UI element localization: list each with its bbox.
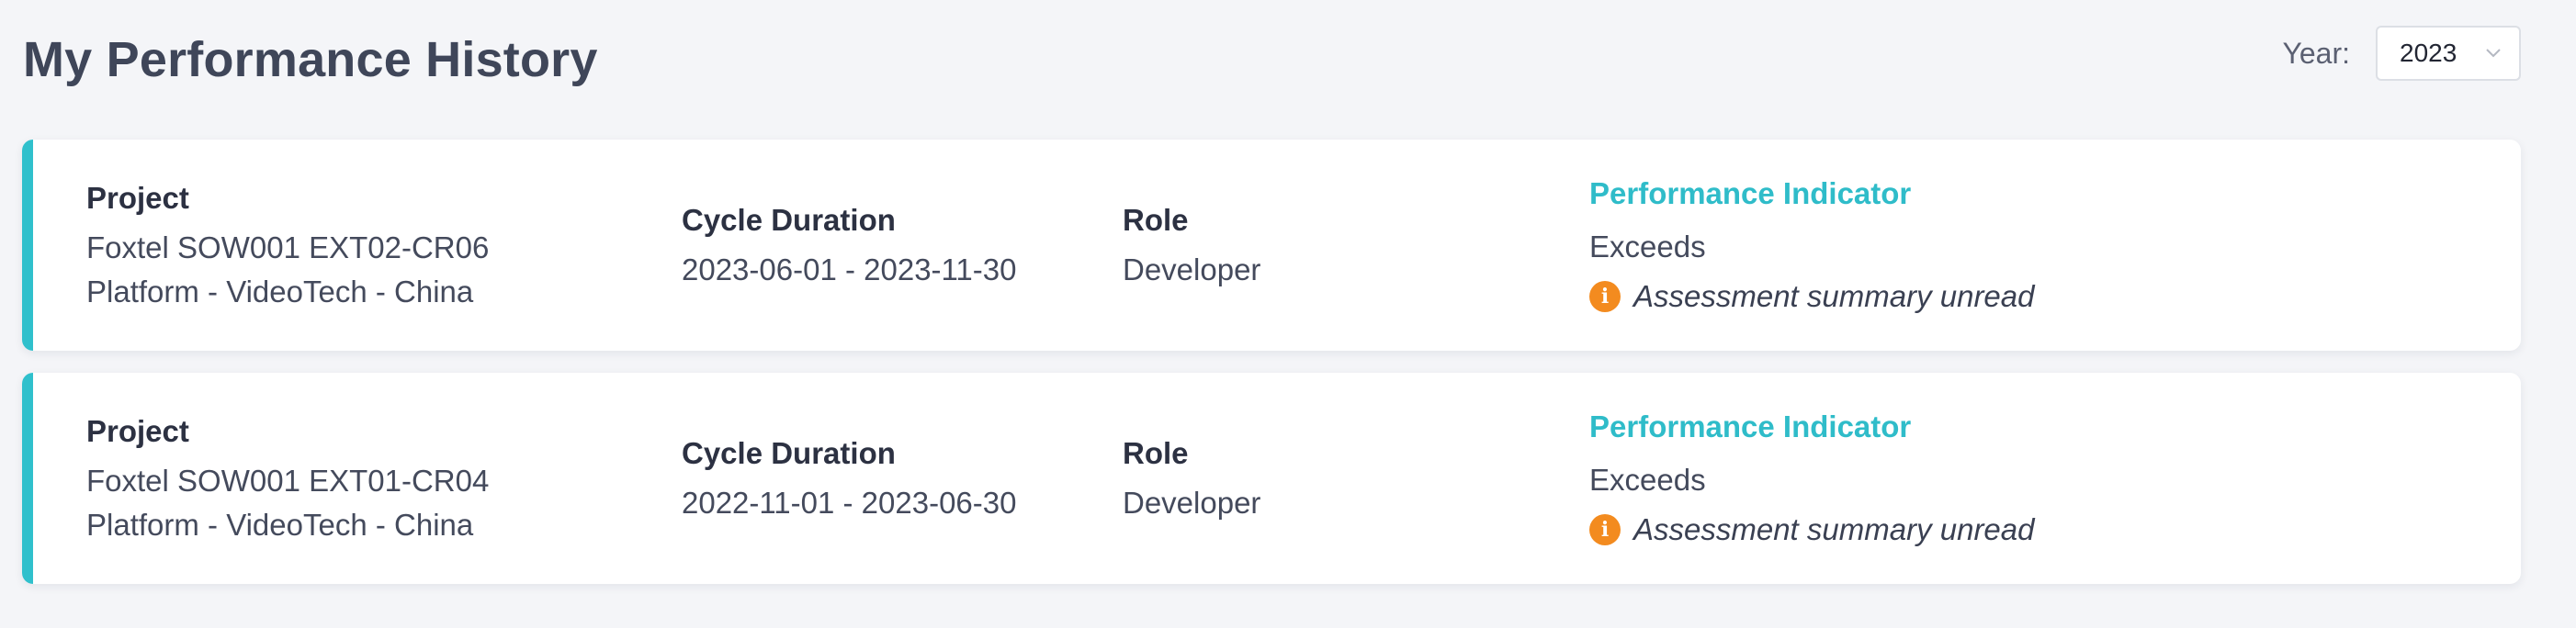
performance-column: Performance Indicator Exceeds i Assessme… <box>1589 140 2416 351</box>
year-filter: Year: 2023 <box>2282 26 2521 81</box>
project-group: Platform - VideoTech - China <box>86 275 474 308</box>
cycle-duration-label: Cycle Duration <box>682 436 896 470</box>
assessment-notice: i Assessment summary unread <box>1589 508 2416 552</box>
info-icon: i <box>1589 514 1621 545</box>
performance-card[interactable]: Project Foxtel SOW001 EXT02-CR06 Platfor… <box>22 140 2521 351</box>
chevron-down-icon <box>2484 44 2503 62</box>
assessment-notice-text: Assessment summary unread <box>1633 279 2035 313</box>
cycle-column: Cycle Duration 2022-11-01 - 2023-06-30 <box>682 373 1086 584</box>
cycle-duration-label: Cycle Duration <box>682 203 896 237</box>
performance-column: Performance Indicator Exceeds i Assessme… <box>1589 373 2416 584</box>
year-select[interactable]: 2023 <box>2376 26 2521 81</box>
role-label: Role <box>1123 436 1189 470</box>
chevron-down-icon-glyph <box>2486 49 2501 58</box>
role-column: Role Developer <box>1123 140 1508 351</box>
project-name: Foxtel SOW001 EXT01-CR04 <box>86 464 490 498</box>
project-name: Foxtel SOW001 EXT02-CR06 <box>86 230 490 264</box>
performance-indicator-value: Exceeds <box>1589 463 1706 497</box>
role-value: Developer <box>1123 252 1261 286</box>
info-icon: i <box>1589 281 1621 312</box>
project-label: Project <box>86 181 189 215</box>
cycle-duration-value: 2023-06-01 - 2023-11-30 <box>682 252 1017 286</box>
project-label: Project <box>86 414 189 448</box>
card-accent-bar <box>22 373 33 584</box>
project-column: Project Foxtel SOW001 EXT01-CR04 Platfor… <box>86 373 638 584</box>
role-label: Role <box>1123 203 1189 237</box>
performance-indicator-label: Performance Indicator <box>1589 409 1912 443</box>
role-value: Developer <box>1123 486 1261 520</box>
performance-card-list: Project Foxtel SOW001 EXT02-CR06 Platfor… <box>22 140 2521 606</box>
cycle-column: Cycle Duration 2023-06-01 - 2023-11-30 <box>682 140 1086 351</box>
year-select-value: 2023 <box>2400 39 2457 67</box>
page-title: My Performance History <box>23 32 598 87</box>
cycle-duration-value: 2022-11-01 - 2023-06-30 <box>682 486 1017 520</box>
performance-history-page: My Performance History Year: 2023 Projec… <box>0 0 2576 628</box>
year-label: Year: <box>2282 37 2350 70</box>
project-column: Project Foxtel SOW001 EXT02-CR06 Platfor… <box>86 140 638 351</box>
performance-card[interactable]: Project Foxtel SOW001 EXT01-CR04 Platfor… <box>22 373 2521 584</box>
performance-indicator-value: Exceeds <box>1589 230 1706 264</box>
assessment-notice: i Assessment summary unread <box>1589 275 2416 319</box>
assessment-notice-text: Assessment summary unread <box>1633 512 2035 546</box>
card-accent-bar <box>22 140 33 351</box>
role-column: Role Developer <box>1123 373 1508 584</box>
performance-indicator-label: Performance Indicator <box>1589 176 1912 210</box>
project-group: Platform - VideoTech - China <box>86 508 474 542</box>
